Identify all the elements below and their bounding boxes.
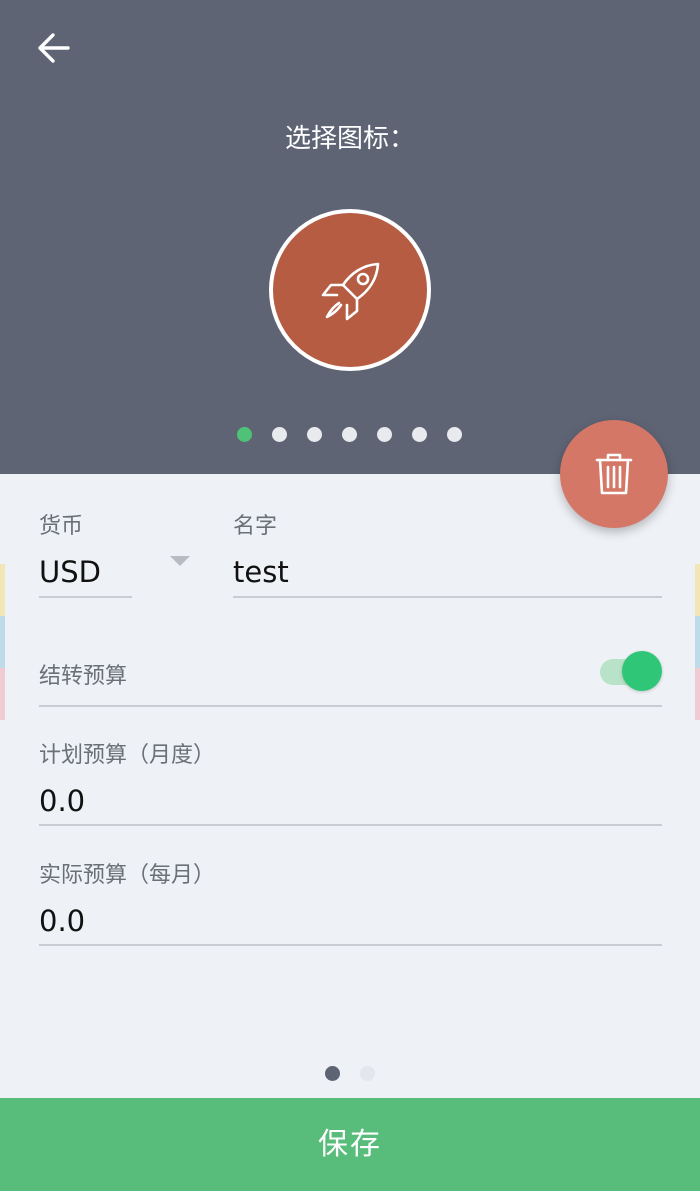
- side-strip: [695, 668, 700, 720]
- chevron-down-icon[interactable]: [170, 556, 190, 566]
- icon-picker-header: 选择图标：: [0, 0, 700, 474]
- save-button[interactable]: 保存: [0, 1098, 700, 1191]
- icon-page-dot[interactable]: [412, 427, 427, 442]
- rocket-icon: [321, 262, 380, 321]
- side-strip: [0, 668, 5, 720]
- side-strip: [695, 616, 700, 668]
- trash-icon: [595, 453, 633, 495]
- currency-underline: [39, 596, 132, 598]
- side-strip: [695, 564, 700, 616]
- actual-budget-underline: [39, 944, 662, 946]
- name-field[interactable]: test: [233, 555, 289, 589]
- currency-label: 货币: [39, 514, 84, 539]
- choose-icon-title: 选择图标：: [284, 124, 415, 154]
- icon-page-dot[interactable]: [237, 427, 252, 442]
- selected-icon-button[interactable]: [269, 209, 431, 371]
- toggle-thumb: [622, 651, 662, 691]
- side-strip: [0, 564, 5, 616]
- edit-budget-screen: 选择图标： 货币 USD 名字 test 结转预算 计划预算（月度） 0.0 实…: [0, 0, 700, 1191]
- planned-budget-label: 计划预算（月度）: [39, 743, 216, 768]
- form-page-dot[interactable]: [360, 1066, 375, 1081]
- actual-budget-label: 实际预算（每月）: [39, 863, 216, 888]
- back-button[interactable]: [30, 26, 80, 70]
- icon-page-dot[interactable]: [307, 427, 322, 442]
- rollover-label: 结转预算: [39, 664, 128, 689]
- delete-button[interactable]: [560, 420, 668, 528]
- name-label: 名字: [233, 514, 278, 539]
- arrow-left-icon: [38, 33, 70, 63]
- icon-page-dot[interactable]: [342, 427, 357, 442]
- icon-page-dot[interactable]: [447, 427, 462, 442]
- icon-page-dot[interactable]: [272, 427, 287, 442]
- rollover-toggle[interactable]: [598, 650, 664, 692]
- actual-budget-field[interactable]: 0.0: [39, 904, 85, 938]
- form-page-dot[interactable]: [325, 1066, 340, 1081]
- side-strip: [0, 616, 5, 668]
- currency-select[interactable]: USD: [39, 555, 101, 589]
- icon-page-dot[interactable]: [377, 427, 392, 442]
- rollover-underline: [39, 705, 662, 707]
- planned-budget-field[interactable]: 0.0: [39, 784, 85, 818]
- planned-budget-underline: [39, 824, 662, 826]
- name-underline: [233, 596, 662, 598]
